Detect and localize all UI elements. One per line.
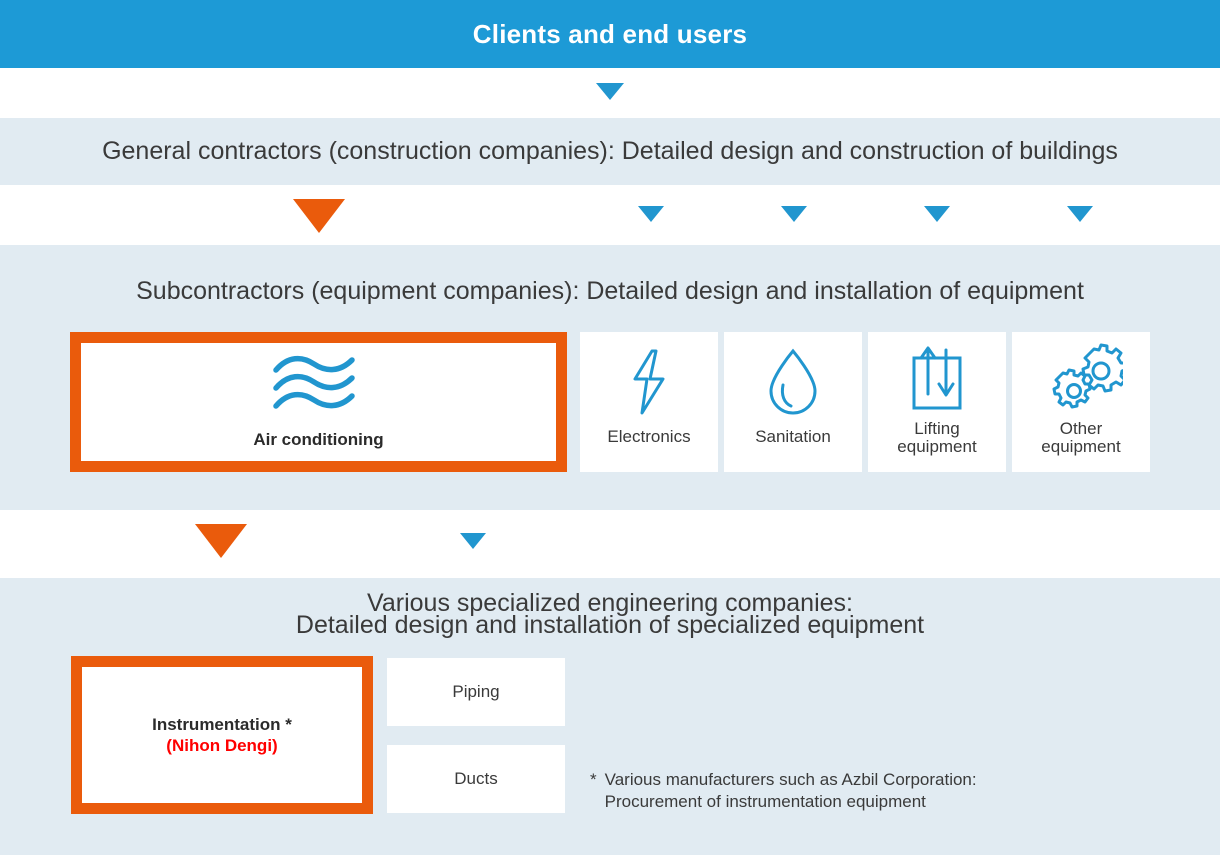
footnote-line1: Various manufacturers such as Azbil Corp… <box>604 770 977 789</box>
card-label-lifting-line1: Lifting <box>914 419 960 438</box>
card-sanitation[interactable]: Sanitation <box>724 332 862 472</box>
instrumentation-company: (Nihon Dengi) <box>166 736 278 755</box>
clients-header-band: Clients and end users <box>0 0 1220 68</box>
card-other-equipment[interactable]: Other equipment <box>1012 332 1150 472</box>
page-title: Clients and end users <box>472 18 748 49</box>
card-label-lifting-line2: equipment <box>897 437 977 457</box>
card-label-other-equipment: Other equipment <box>1041 419 1121 457</box>
footnote-asterisk: * <box>590 770 597 789</box>
specialized-heading-line2: Detailed design and installation of spec… <box>295 611 925 639</box>
water-drop-icon <box>765 346 821 418</box>
arrow-general-to-electronics-icon <box>638 206 664 222</box>
elevator-icon <box>906 342 968 414</box>
card-label-sanitation: Sanitation <box>755 427 831 446</box>
arrow-airconditioning-to-piping-icon <box>460 533 486 549</box>
card-electronics[interactable]: Electronics <box>580 332 718 472</box>
footnote: * Various manufacturers such as Azbil Co… <box>590 769 977 814</box>
card-instrumentation[interactable]: Instrumentation * (Nihon Dengi) <box>71 656 373 814</box>
footnote-line2: Procurement of instrumentation equipment <box>604 792 926 812</box>
arrow-general-to-airconditioning-icon <box>293 199 345 233</box>
card-label-piping: Piping <box>452 682 500 701</box>
instrumentation-text: Instrumentation * (Nihon Dengi) <box>152 714 292 757</box>
card-ducts[interactable]: Ducts <box>387 745 565 813</box>
specialized-engineering-heading: Various specialized engineering companie… <box>0 591 1220 639</box>
card-piping[interactable]: Piping <box>387 658 565 726</box>
card-label-lifting-equipment: Lifting equipment <box>897 419 977 457</box>
card-label-air-conditioning: Air conditioning <box>253 430 384 449</box>
card-label-other-line2: equipment <box>1041 437 1121 457</box>
arrow-airconditioning-to-instrumentation-icon <box>195 524 247 558</box>
card-label-other-line1: Other <box>1059 419 1103 438</box>
instrumentation-label: Instrumentation * <box>152 714 292 734</box>
card-air-conditioning[interactable]: Air conditioning <box>70 332 567 472</box>
card-label-electronics: Electronics <box>607 427 691 446</box>
lightning-bolt-icon <box>625 346 673 418</box>
air-waves-icon <box>271 354 367 416</box>
arrow-clients-to-general-icon <box>596 83 624 100</box>
arrow-general-to-sanitation-icon <box>781 206 807 222</box>
gears-icon <box>1039 342 1123 414</box>
footnote-body: Various manufacturers such as Azbil Corp… <box>605 769 977 814</box>
general-contractors-heading: General contractors (construction compan… <box>102 137 1118 165</box>
card-lifting-equipment[interactable]: Lifting equipment <box>868 332 1006 472</box>
arrow-general-to-lifting-icon <box>924 206 950 222</box>
subcontractors-heading: Subcontractors (equipment companies): De… <box>136 277 1084 305</box>
arrow-general-to-other-icon <box>1067 206 1093 222</box>
diagram-canvas: Clients and end users General contractor… <box>0 0 1220 860</box>
card-label-ducts: Ducts <box>454 769 498 788</box>
